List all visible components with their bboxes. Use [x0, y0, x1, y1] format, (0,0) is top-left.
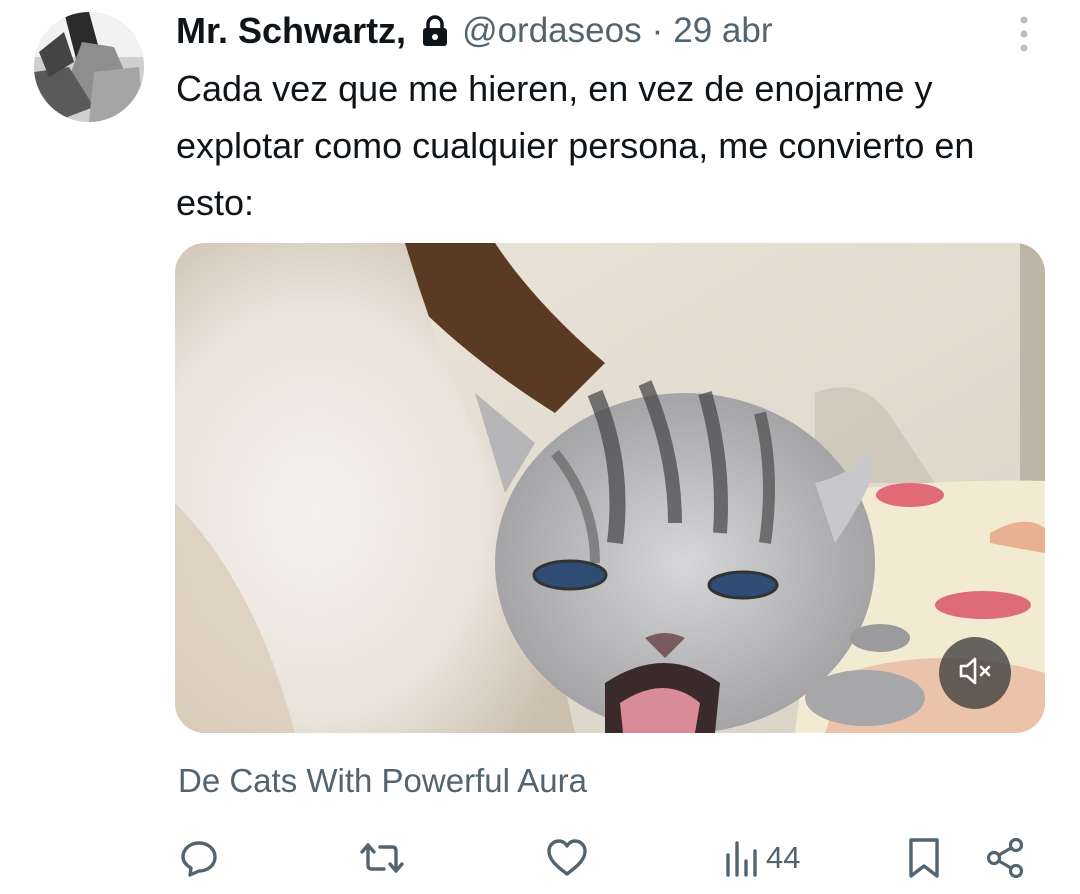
- separator-dot: ·: [651, 11, 664, 50]
- tweet-header: Mr. Schwartz, @ordaseos · 29 abr: [176, 8, 772, 54]
- views-count: 44: [766, 840, 801, 875]
- mute-toggle-button[interactable]: [939, 637, 1011, 709]
- retweet-button[interactable]: [358, 830, 406, 886]
- heart-icon: [545, 837, 589, 879]
- share-button[interactable]: [985, 830, 1025, 886]
- bookmark-icon: [905, 836, 943, 880]
- like-button[interactable]: [545, 830, 589, 886]
- bookmark-button[interactable]: [905, 830, 943, 886]
- more-vertical-icon[interactable]: [1012, 14, 1036, 54]
- user-handle[interactable]: @ordaseos: [462, 11, 642, 51]
- avatar[interactable]: [34, 12, 144, 122]
- tweet-text: Cada vez que me hieren, en vez de enojar…: [176, 68, 975, 223]
- display-name[interactable]: Mr. Schwartz,: [176, 10, 406, 52]
- lock-icon: [420, 14, 450, 48]
- share-icon: [985, 837, 1025, 879]
- kitten-video-frame: [175, 243, 1045, 733]
- source-attribution[interactable]: De Cats With Powerful Aura: [178, 762, 587, 800]
- retweet-icon: [358, 837, 406, 879]
- reply-button[interactable]: [178, 830, 220, 886]
- avatar-image: [34, 12, 144, 122]
- tweet-media-video[interactable]: [175, 243, 1045, 733]
- reply-icon: [178, 837, 220, 879]
- views-bar-icon: [724, 837, 760, 879]
- speaker-muted-icon: [955, 651, 995, 696]
- views-button[interactable]: 44: [724, 830, 800, 886]
- tweet-action-bar: 44: [0, 830, 1080, 886]
- tweet-date[interactable]: 29 abr: [673, 11, 772, 51]
